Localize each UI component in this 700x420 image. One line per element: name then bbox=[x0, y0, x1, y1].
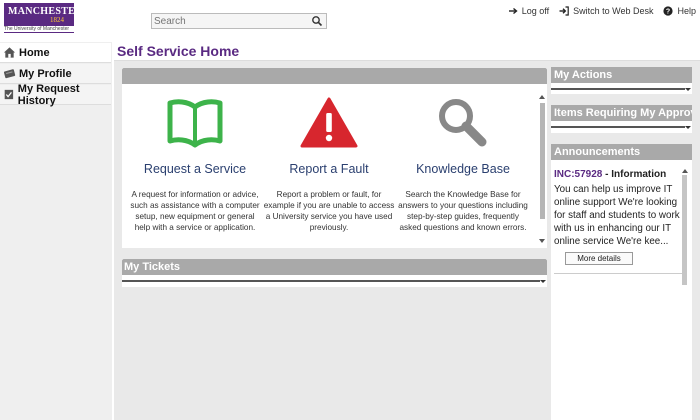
approvals-expand-icon[interactable] bbox=[685, 126, 691, 129]
nav-item-request-history-label: My Request History bbox=[17, 82, 80, 107]
tile-knowledge-base-desc: Search the Knowledge Base for answers to… bbox=[398, 190, 528, 232]
nav-item-my-profile-label: My Profile bbox=[19, 67, 72, 80]
announcements-panel: Announcements bbox=[551, 144, 692, 161]
magnifier-icon bbox=[439, 99, 487, 147]
left-nav: Home My Profile My Request History bbox=[0, 42, 112, 420]
announcement-type: Information bbox=[611, 169, 667, 180]
top-links: Log off Switch to Web Desk ? Help bbox=[508, 5, 696, 17]
my-actions-divider bbox=[551, 88, 685, 90]
announcement-item: INC:57928 - Information You can help us … bbox=[554, 169, 682, 265]
announcement-id[interactable]: INC:57928 bbox=[554, 169, 602, 180]
announcement-sep: - bbox=[602, 169, 612, 180]
help-icon: ? bbox=[663, 6, 674, 16]
approvals-panel: Items Requiring My Approval bbox=[551, 105, 692, 133]
more-details-button[interactable]: More details bbox=[565, 252, 633, 265]
warning-icon bbox=[300, 97, 358, 148]
my-tickets-divider bbox=[122, 280, 540, 282]
services-scrollbar[interactable] bbox=[539, 95, 546, 243]
nav-item-home-label: Home bbox=[19, 46, 50, 59]
my-actions-expand-icon[interactable] bbox=[685, 88, 691, 91]
home-icon bbox=[3, 47, 16, 58]
page-title: Self Service Home bbox=[117, 43, 240, 59]
approvals-divider bbox=[551, 126, 685, 128]
logoff-link[interactable]: Log off bbox=[508, 5, 549, 17]
switch-webdesk-label: Switch to Web Desk bbox=[573, 6, 654, 16]
announcements-title[interactable]: Announcements bbox=[551, 144, 692, 160]
tile-request-service[interactable]: Request a Service A request for informat… bbox=[125, 95, 265, 233]
tile-report-fault[interactable]: Report a Fault Report a problem or fault… bbox=[259, 95, 399, 233]
announcement-text: You can help us improve IT online suppor… bbox=[554, 184, 680, 247]
announcement-divider bbox=[554, 273, 682, 274]
ann-scroll-up-arrow[interactable] bbox=[682, 169, 688, 173]
my-tickets-panel: My Tickets bbox=[122, 259, 547, 287]
my-tickets-title[interactable]: My Tickets bbox=[122, 259, 547, 275]
tile-request-service-desc: A request for information or advice, suc… bbox=[130, 190, 260, 232]
my-tickets-expand-icon[interactable] bbox=[540, 280, 546, 283]
my-actions-title[interactable]: My Actions bbox=[551, 67, 692, 83]
logoff-label: Log off bbox=[521, 6, 550, 16]
announcement-header: INC:57928 - Information bbox=[554, 169, 682, 180]
my-actions-panel: My Actions bbox=[551, 67, 692, 94]
help-label: Help bbox=[677, 6, 696, 16]
tile-report-fault-title: Report a Fault bbox=[289, 162, 369, 176]
nav-item-my-profile[interactable]: My Profile bbox=[0, 64, 111, 84]
search-input[interactable] bbox=[152, 14, 302, 28]
scroll-up-arrow[interactable] bbox=[539, 95, 545, 99]
switch-webdesk-link[interactable]: Switch to Web Desk bbox=[559, 5, 653, 17]
announcements-body: INC:57928 - Information You can help us … bbox=[551, 161, 692, 420]
scroll-thumb[interactable] bbox=[540, 103, 545, 219]
help-link[interactable]: ? Help bbox=[663, 5, 696, 17]
search-box bbox=[151, 13, 327, 29]
profile-icon bbox=[3, 69, 16, 79]
tile-knowledge-base-title: Knowledge Base bbox=[416, 162, 510, 176]
approvals-title[interactable]: Items Requiring My Approval bbox=[551, 105, 692, 121]
switch-icon bbox=[559, 6, 569, 16]
history-icon bbox=[4, 89, 14, 100]
scroll-down-arrow[interactable] bbox=[539, 239, 545, 243]
nav-item-home[interactable]: Home bbox=[0, 43, 111, 63]
logo-line2: 1824 bbox=[50, 16, 64, 24]
services-panel-header bbox=[122, 68, 547, 84]
logo-subtitle: The University of Manchester bbox=[4, 26, 74, 32]
nav-item-request-history[interactable]: My Request History bbox=[0, 82, 111, 107]
tile-request-service-title: Request a Service bbox=[143, 162, 247, 176]
search-icon[interactable] bbox=[311, 15, 323, 27]
tile-knowledge-base[interactable]: Knowledge Base Search the Knowledge Base… bbox=[393, 95, 533, 233]
svg-text:?: ? bbox=[666, 9, 670, 16]
ann-scroll-thumb[interactable] bbox=[682, 175, 687, 285]
tile-report-fault-desc: Report a problem or fault, for example i… bbox=[263, 190, 395, 232]
book-icon bbox=[167, 99, 223, 148]
announcements-scrollbar[interactable] bbox=[682, 169, 688, 419]
header: MANCHESTER 1824 The University of Manche… bbox=[0, 0, 700, 40]
logoff-icon bbox=[508, 7, 518, 15]
